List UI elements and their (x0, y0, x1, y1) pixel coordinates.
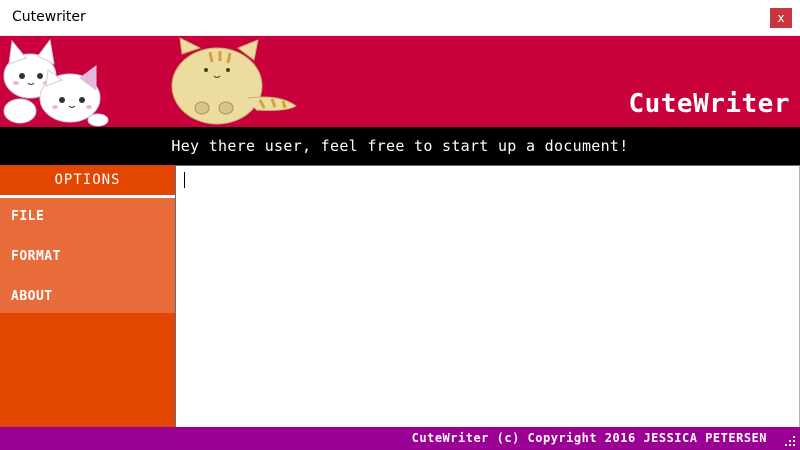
menu-item-file[interactable]: FILE (11, 209, 44, 224)
resize-grip-icon[interactable] (783, 434, 797, 448)
greeting-message: Hey there user, feel free to start up a … (171, 137, 629, 155)
close-button[interactable]: x (770, 8, 792, 28)
title-bar: Cutewriter x (0, 0, 800, 36)
sidebar: OPTIONS FILE FORMAT ABOUT (0, 165, 175, 427)
greeting-bar: Hey there user, feel free to start up a … (0, 127, 800, 165)
menu-item-format[interactable]: FORMAT (11, 249, 61, 264)
document-editor[interactable] (175, 165, 800, 427)
menu-item-about[interactable]: ABOUT (11, 289, 53, 304)
options-menu: FILE FORMAT ABOUT (0, 198, 175, 313)
copyright-notice: CuteWriter (c) Copyright 2016 JESSICA PE… (411, 431, 767, 445)
window-title: Cutewriter (12, 9, 86, 25)
kittens-illustration (3, 38, 109, 127)
text-caret (184, 172, 185, 188)
header-banner: CuteWriter (0, 36, 800, 127)
app-brand: CuteWriter (628, 89, 790, 119)
status-bar: CuteWriter (c) Copyright 2016 JESSICA PE… (0, 427, 800, 450)
options-header: OPTIONS (0, 165, 175, 195)
cat-illustration (171, 37, 297, 125)
